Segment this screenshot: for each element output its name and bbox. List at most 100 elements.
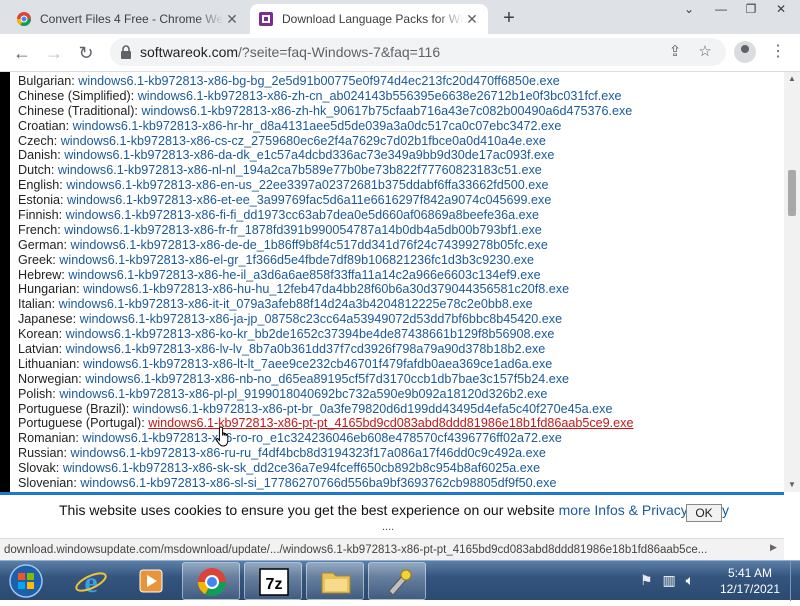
system-tray: ⚑ ▥ 🔈︎ — [640, 572, 694, 589]
language-pack-link[interactable]: windows6.1-kb972813-x86-ru-ru_f4df4bcb8d… — [71, 446, 546, 460]
language-pack-link[interactable]: windows6.1-kb972813-x86-he-il_a3d6a6ae85… — [68, 268, 540, 282]
reload-icon[interactable]: ↻ — [74, 41, 98, 65]
url-path: /?seite=faq-Windows-7&faq=116 — [238, 44, 441, 60]
language-pack-link[interactable]: windows6.1-kb972813-x86-bg-bg_2e5d91b007… — [78, 74, 560, 88]
taskbar-tool[interactable] — [368, 562, 426, 600]
action-center-flag-icon[interactable]: ⚑ — [640, 572, 653, 588]
share-icon[interactable]: ⇪ — [666, 43, 684, 61]
vertical-scrollbar[interactable]: ▲ ▼ — [784, 72, 800, 492]
minimize-button[interactable]: — — [706, 0, 736, 20]
language-row: Hebrew: windows6.1-kb972813-x86-he-il_a3… — [18, 268, 633, 283]
language-row: Finnish: windows6.1-kb972813-x86-fi-fi_d… — [18, 208, 633, 223]
language-pack-link[interactable]: windows6.1-kb972813-x86-sk-sk_dd2ce36a7e… — [63, 461, 540, 475]
volume-icon[interactable]: 🔈︎ — [686, 572, 694, 588]
scroll-down-icon[interactable]: ▼ — [784, 478, 800, 492]
language-pack-link[interactable]: windows6.1-kb972813-x86-el-gr_1f366d5e4f… — [59, 253, 534, 267]
network-icon[interactable]: ▥ — [662, 572, 675, 588]
lock-icon — [121, 45, 131, 59]
language-row: Japanese: windows6.1-kb972813-x86-ja-jp_… — [18, 312, 633, 327]
language-pack-link[interactable]: windows6.1-kb972813-x86-ja-jp_08758c23cc… — [80, 312, 562, 326]
language-pack-link[interactable]: windows6.1-kb972813-x86-it-it_079a3afeb8… — [59, 297, 533, 311]
forward-icon[interactable]: → — [42, 41, 66, 65]
profile-avatar[interactable] — [734, 41, 756, 63]
language-pack-link[interactable]: windows6.1-kb972813-x86-lv-lv_8b7a0b361d… — [66, 342, 546, 356]
language-name: Chinese (Simplified): — [18, 88, 135, 103]
new-tab-button[interactable]: + — [498, 8, 520, 30]
language-row: English: windows6.1-kb972813-x86-en-us_2… — [18, 178, 633, 193]
system-clock[interactable]: 5:41 AM 12/17/2021 — [718, 565, 782, 597]
language-name: Lithuanian: — [18, 356, 80, 371]
language-name: Latvian: — [18, 342, 63, 357]
tab-close-icon[interactable]: ✕ — [224, 11, 240, 27]
language-pack-link[interactable]: windows6.1-kb972813-x86-ro-ro_e1c3242360… — [82, 431, 561, 445]
language-pack-link[interactable]: windows6.1-kb972813-x86-pt-br_0a3fe79820… — [133, 402, 613, 416]
tool-icon — [388, 569, 412, 596]
language-row: Norwegian: windows6.1-kb972813-x86-nb-no… — [18, 372, 633, 387]
show-desktop-button[interactable] — [790, 561, 800, 601]
language-name: Finnish: — [18, 208, 63, 223]
taskbar-media-player[interactable] — [122, 562, 180, 600]
address-bar[interactable]: softwareok.com/?seite=faq-Windows-7&faq=… — [110, 38, 726, 66]
clock-date: 12/17/2021 — [719, 582, 781, 596]
language-pack-link[interactable]: windows6.1-kb972813-x86-nb-no_d65ea89195… — [85, 372, 569, 386]
language-row: Estonia: windows6.1-kb972813-x86-et-ee_3… — [18, 193, 633, 208]
language-pack-link[interactable]: windows6.1-kb972813-x86-zh-hk_90617b75cf… — [141, 104, 632, 118]
taskbar-7zip[interactable]: 7z — [244, 562, 302, 600]
language-pack-link[interactable]: windows6.1-kb972813-x86-pl-pl_9199018040… — [59, 387, 547, 401]
bookmark-star-icon[interactable]: ☆ — [696, 43, 714, 61]
taskbar-chrome[interactable] — [182, 562, 240, 600]
language-row: Polish: windows6.1-kb972813-x86-pl-pl_91… — [18, 387, 633, 402]
scroll-up-icon[interactable]: ▲ — [784, 72, 800, 86]
taskbar-explorer[interactable] — [306, 562, 364, 600]
cookie-ok-button[interactable]: OK — [686, 504, 722, 522]
language-pack-list: Bulgarian: windows6.1-kb972813-x86-bg-bg… — [18, 74, 633, 491]
language-pack-link[interactable]: windows6.1-kb972813-x86-de-de_1b86ff9b8f… — [71, 238, 548, 252]
language-row: Slovak: windows6.1-kb972813-x86-sk-sk_dd… — [18, 461, 633, 476]
language-name: Danish: — [18, 148, 61, 163]
tab-language-packs[interactable]: Download Language Packs for Windows 7 ✕ — [250, 4, 488, 34]
language-name: Japanese: — [18, 312, 77, 327]
language-pack-link[interactable]: windows6.1-kb972813-x86-da-dk_e1c57a4dcb… — [64, 148, 554, 162]
cookie-message: This website uses cookies to ensure you … — [59, 502, 729, 518]
language-name: Greek: — [18, 252, 56, 267]
language-row: Italian: windows6.1-kb972813-x86-it-it_0… — [18, 297, 633, 312]
taskbar-ie[interactable]: e — [62, 562, 120, 600]
close-window-button[interactable]: ✕ — [766, 0, 796, 20]
language-pack-link[interactable]: windows6.1-kb972813-x86-sl-si_1778627076… — [80, 476, 556, 490]
language-name: Portuguese (Brazil): — [18, 401, 130, 416]
tab-convert-files[interactable]: Convert Files 4 Free - Chrome Web Store … — [8, 4, 248, 34]
scroll-right-icon[interactable]: ▶ — [770, 542, 777, 553]
language-row: Russian: windows6.1-kb972813-x86-ru-ru_f… — [18, 446, 633, 461]
language-pack-link[interactable]: windows6.1-kb972813-x86-fr-fr_1878fd391b… — [64, 223, 542, 237]
language-pack-link[interactable]: windows6.1-kb972813-x86-zh-cn_ab024143b5… — [138, 89, 622, 103]
language-pack-link[interactable]: windows6.1-kb972813-x86-hr-hr_d8a4131aee… — [73, 119, 562, 133]
language-row: Croatian: windows6.1-kb972813-x86-hr-hr_… — [18, 119, 633, 134]
tab-close-icon[interactable]: ✕ — [464, 11, 480, 27]
language-row: Czech: windows6.1-kb972813-x86-cs-cz_275… — [18, 134, 633, 149]
start-orb-icon[interactable] — [4, 562, 48, 600]
language-pack-link[interactable]: windows6.1-kb972813-x86-ko-kr_bb2de1652c… — [66, 327, 555, 341]
cookie-text: This website uses cookies to ensure you … — [59, 502, 555, 518]
language-pack-link[interactable]: windows6.1-kb972813-x86-lt-lt_7aee9ce232… — [83, 357, 552, 371]
tab-strip: Convert Files 4 Free - Chrome Web Store … — [0, 0, 800, 34]
language-name: Italian: — [18, 297, 56, 312]
tab-search-icon[interactable]: ⌄ — [674, 0, 704, 20]
language-name: Bulgarian: — [18, 74, 75, 88]
language-row: Chinese (Traditional): windows6.1-kb9728… — [18, 104, 633, 119]
language-name: Korean: — [18, 327, 63, 342]
language-name: English: — [18, 178, 63, 193]
scrollbar-thumb[interactable] — [788, 170, 796, 216]
language-row: Romanian: windows6.1-kb972813-x86-ro-ro_… — [18, 431, 633, 446]
language-pack-link[interactable]: windows6.1-kb972813-x86-en-us_22ee3397a0… — [66, 178, 548, 192]
maximize-button[interactable]: ❐ — [736, 0, 766, 20]
language-row: Danish: windows6.1-kb972813-x86-da-dk_e1… — [18, 148, 633, 163]
cookie-dots: .... — [382, 521, 395, 533]
back-icon[interactable]: ← — [10, 41, 34, 65]
language-pack-link[interactable]: windows6.1-kb972813-x86-et-ee_3a99769fac… — [67, 193, 551, 207]
language-pack-link[interactable]: windows6.1-kb972813-x86-nl-nl_194a2ca7b5… — [58, 163, 542, 177]
language-pack-link[interactable]: windows6.1-kb972813-x86-cs-cz_2759680ec6… — [61, 134, 546, 148]
language-pack-link[interactable]: windows6.1-kb972813-x86-hu-hu_12feb47da4… — [83, 282, 569, 296]
softwareok-icon — [259, 12, 273, 26]
menu-kebab-icon[interactable]: ⋮ — [768, 41, 788, 63]
language-pack-link[interactable]: windows6.1-kb972813-x86-fi-fi_dd1973cc63… — [66, 208, 539, 222]
